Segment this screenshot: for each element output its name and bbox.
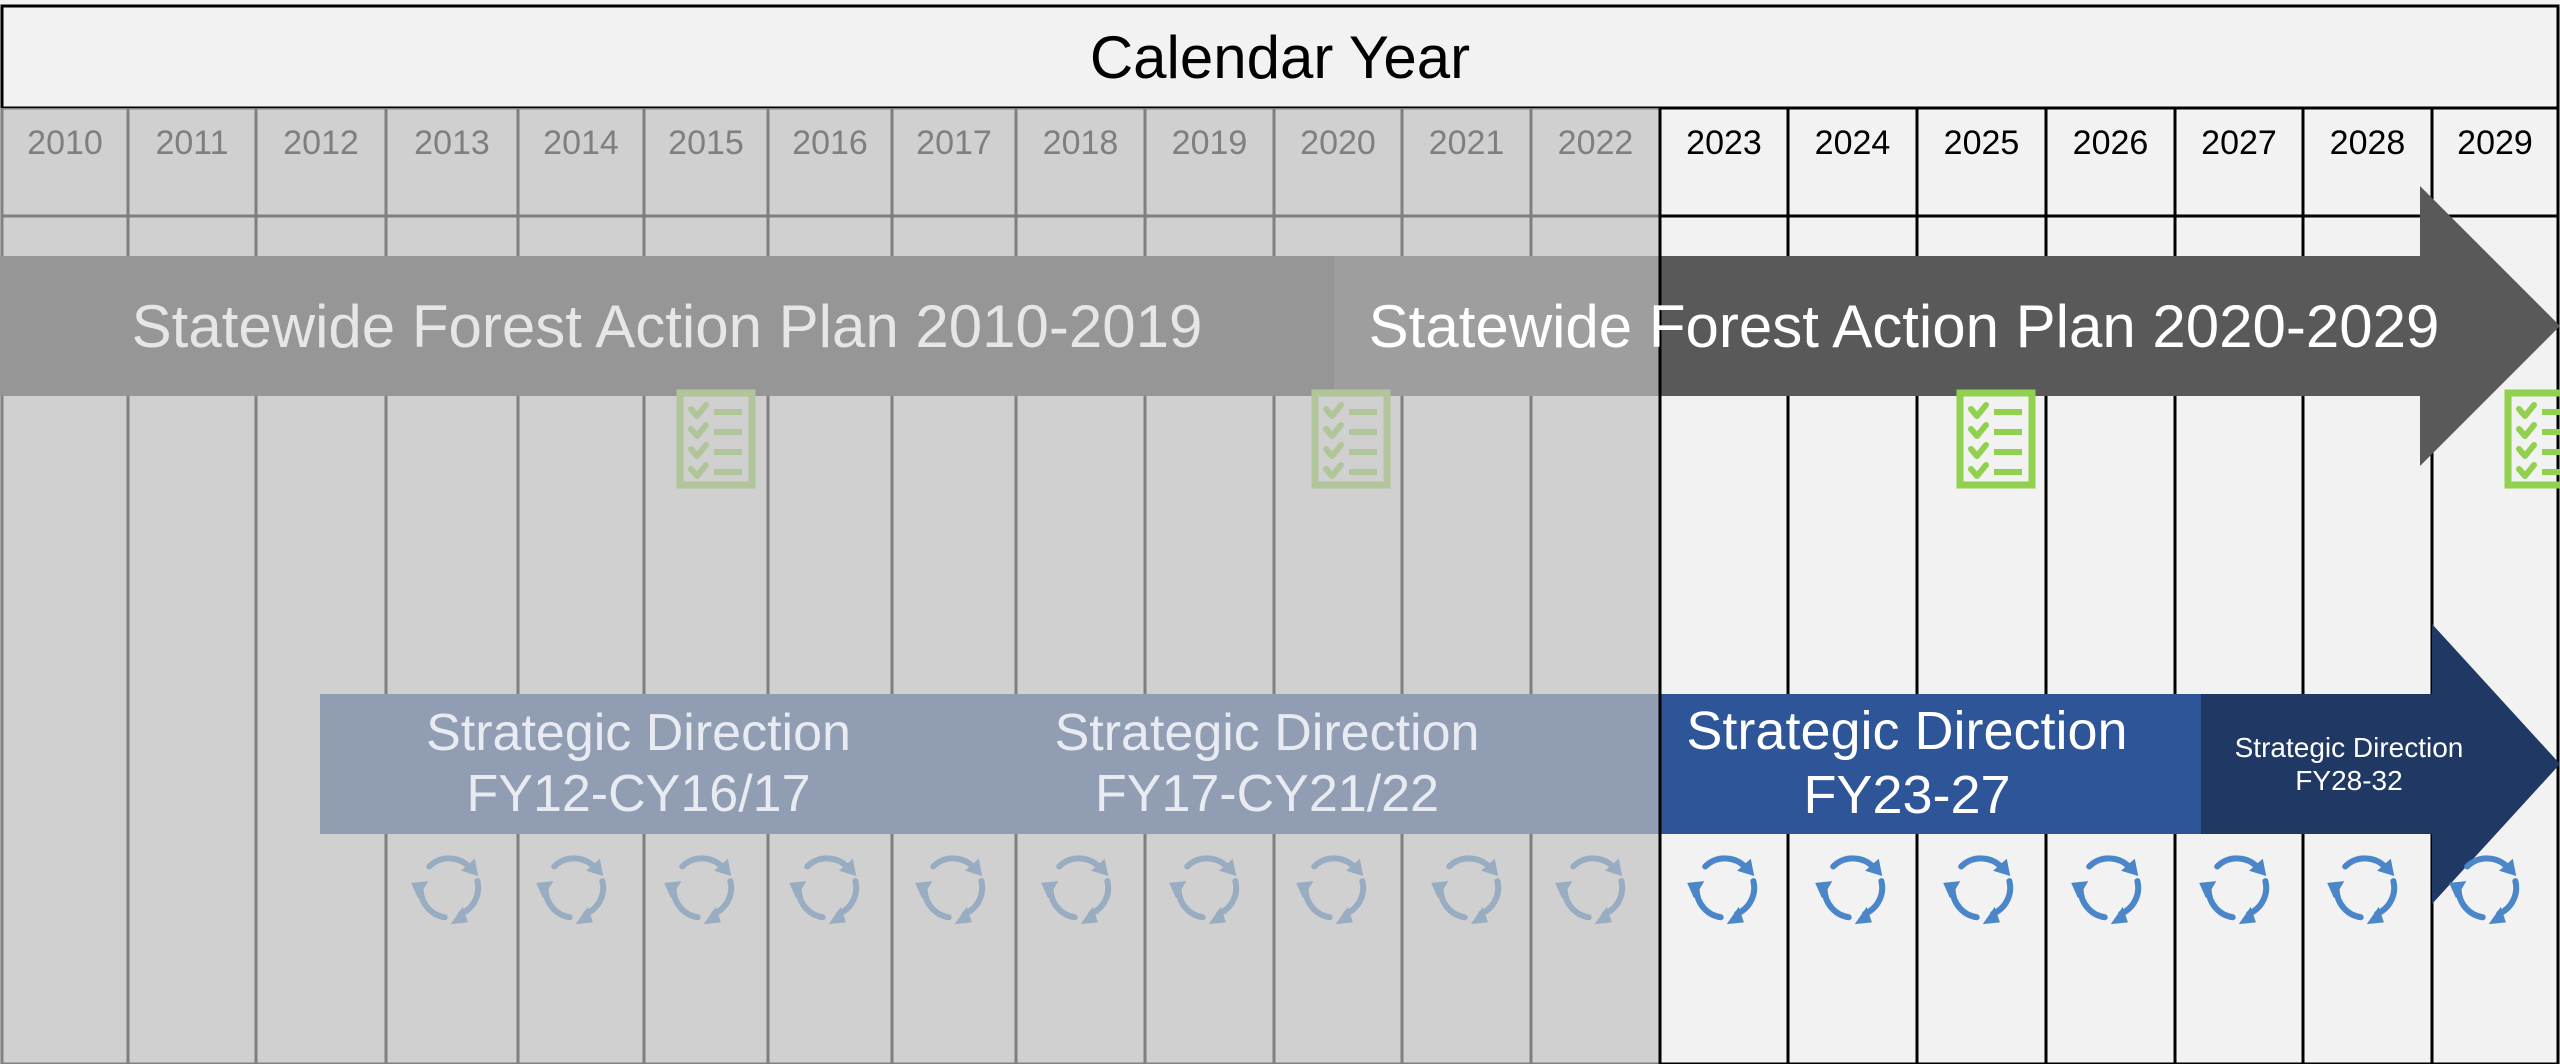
sd-line1: Strategic Direction (1054, 703, 1480, 762)
year-label: 2019 (1171, 123, 1248, 162)
year-label: 2020 (1300, 123, 1376, 162)
refresh-cycle-icon (2071, 858, 2138, 924)
sd-line1: Strategic Direction (2234, 731, 2464, 763)
strategic-direction-label-fy23: Strategic Direction FY23-27 (1664, 694, 2150, 834)
year-label: 2012 (283, 123, 359, 162)
sd-line1: Strategic Direction (1686, 701, 2128, 762)
refresh-cycle-icon (2327, 858, 2394, 924)
strategic-direction-label-fy12: Strategic Direction FY12-CY16/17 (320, 694, 957, 834)
year-label: 2017 (916, 123, 992, 162)
year-label: 2022 (1557, 123, 1634, 162)
year-label: 2024 (1814, 123, 1891, 162)
sd-line2: FY28-32 (2295, 765, 2403, 796)
year-label: 2027 (2201, 123, 2277, 162)
year-label: 2023 (1686, 123, 1762, 162)
strategic-direction-label-fy28: Strategic Direction FY28-32 (2201, 694, 2497, 834)
year-label: 2018 (1042, 123, 1119, 162)
year-label: 2026 (2072, 123, 2149, 162)
year-label: 2021 (1428, 123, 1505, 162)
sd-line1: Strategic Direction (426, 703, 851, 762)
year-label: 2010 (27, 123, 103, 162)
year-label: 2028 (2329, 123, 2406, 162)
year-label: 2011 (155, 123, 229, 162)
refresh-cycle-icon (1815, 858, 1882, 924)
refresh-cycle-icon (2199, 858, 2266, 924)
calendar-year-title: Calendar Year (1089, 23, 1471, 91)
checklist-icon (2508, 393, 2560, 485)
sd-line2: FY23-27 (1803, 765, 2011, 825)
forest-plan-label-2020-2029-wrap: Statewide Forest Action Plan 2020-2029 (1334, 256, 2460, 396)
year-label: 2025 (1943, 123, 2020, 162)
sd-line2: FY17-CY21/22 (1095, 765, 1439, 823)
past-years-shade (0, 108, 1660, 1064)
checklist-icon (1960, 393, 2032, 485)
strategic-direction-label-fy17: Strategic Direction FY17-CY21/22 (950, 694, 1584, 834)
year-label: 2016 (792, 123, 868, 162)
year-label: 2013 (414, 123, 490, 162)
year-label: 2029 (2457, 123, 2533, 162)
refresh-cycle-icon (1943, 858, 2010, 924)
timeline-diagram: Calendar Year 2010 2011 2012 2013 2014 2… (0, 0, 2560, 1064)
year-label: 2015 (668, 123, 744, 162)
refresh-cycle-icon (1687, 858, 1754, 924)
sd-line2: FY12-CY16/17 (466, 765, 811, 823)
forest-plan-label-2010-2019: Statewide Forest Action Plan 2010-2019 (131, 292, 1203, 360)
forest-plan-label-2020-2029: Statewide Forest Action Plan 2020-2029 (1368, 292, 2440, 360)
year-label: 2014 (543, 123, 619, 162)
